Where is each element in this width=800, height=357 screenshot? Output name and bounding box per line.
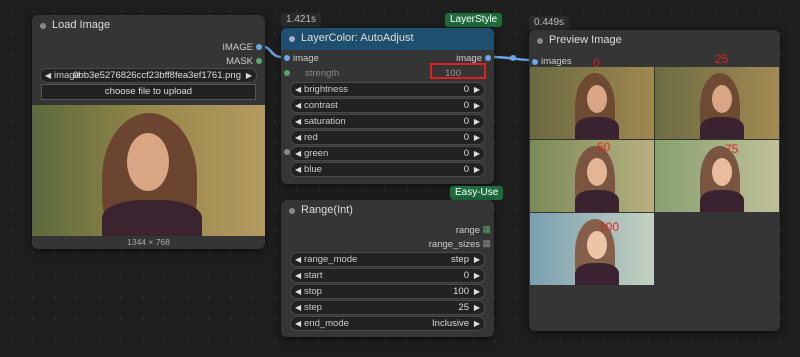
strength-input-dot[interactable] [284, 70, 290, 76]
arrow-left-icon[interactable]: ◀ [295, 253, 301, 266]
node-title: Range(Int) [301, 204, 353, 216]
step-value-label: 75 [725, 142, 739, 156]
contrast-widget[interactable]: ◀ contrast 0 ▶ [290, 98, 485, 113]
file-name: 0bb3e5276826ccf23bff8fea3ef1761.png [73, 70, 241, 81]
execution-time-badge: 1.421s [281, 13, 322, 27]
end-mode-widget[interactable]: ◀ end_mode Inclusive ▶ [290, 316, 485, 331]
image-dimensions: 1344 × 768 [127, 237, 170, 247]
arrow-left-icon[interactable]: ◀ [295, 83, 301, 96]
range-mode-widget[interactable]: ◀ range_mode step ▶ [290, 252, 485, 267]
arrow-left-icon[interactable]: ◀ [295, 147, 301, 160]
strength-highlight-box [430, 63, 486, 79]
brightness-widget[interactable]: ◀ brightness 0 ▶ [290, 82, 485, 97]
red-widget[interactable]: ◀ red 0 ▶ [290, 130, 485, 145]
layerstyle-badge: LayerStyle [445, 13, 503, 27]
arrow-left-icon[interactable]: ◀ [295, 99, 301, 112]
arrow-right-icon[interactable]: ▶ [474, 163, 480, 176]
step-widget[interactable]: ◀ step 25 ▶ [290, 300, 485, 315]
upload-button[interactable]: choose file to upload [41, 84, 256, 100]
arrow-right-icon[interactable]: ▶ [474, 317, 480, 330]
node-title: Preview Image [549, 34, 622, 46]
output-mask-dot[interactable] [256, 58, 262, 64]
arrow-right-icon[interactable]: ▶ [474, 253, 480, 266]
saturation-widget[interactable]: ◀ saturation 0 ▶ [290, 114, 485, 129]
green-widget[interactable]: ◀ green 0 ▶ [290, 146, 485, 161]
arrow-left-icon[interactable]: ◀ [295, 285, 301, 298]
output-image-dot[interactable] [485, 55, 491, 61]
output-range-sizes-label: range_sizes [428, 239, 480, 250]
arrow-right-icon[interactable]: ▶ [474, 115, 480, 128]
input-image-dot[interactable] [284, 55, 290, 61]
node-title: Load Image [52, 19, 111, 31]
blue-widget[interactable]: ◀ blue 0 ▶ [290, 162, 485, 177]
arrow-right-icon[interactable]: ▶ [474, 285, 480, 298]
preview-header[interactable]: Preview Image [529, 30, 780, 52]
arrow-right-icon[interactable]: ▶ [474, 83, 480, 96]
node-title: LayerColor: AutoAdjust [301, 32, 414, 44]
output-mask-label: MASK [226, 56, 253, 67]
arrow-right-icon[interactable]: ▶ [474, 301, 480, 314]
input-images-label: images [541, 56, 572, 67]
arrow-right-icon[interactable]: ▶ [474, 269, 480, 282]
arrow-left-icon[interactable]: ◀ [295, 115, 301, 128]
load-image-header[interactable]: Load Image [32, 15, 265, 37]
load-image-node[interactable]: Load Image IMAGE MASK ◀ image 0bb3e52768… [32, 15, 265, 249]
autoadjust-node[interactable]: LayerColor: AutoAdjust image image stren… [281, 28, 494, 184]
arrow-right-icon[interactable]: ▶ [474, 99, 480, 112]
preview-thumbnail[interactable] [530, 67, 654, 139]
image-file-combo[interactable]: ◀ image 0bb3e5276826ccf23bff8fea3ef1761.… [40, 68, 257, 83]
range-header[interactable]: Range(Int) [281, 200, 494, 222]
collapse-dot-icon[interactable] [289, 36, 295, 42]
step-value-label: 100 [599, 220, 620, 234]
step-value-label: 50 [597, 140, 611, 154]
preview-thumbnail[interactable] [655, 67, 779, 139]
arrow-left-icon[interactable]: ◀ [295, 301, 301, 314]
arrow-right-icon[interactable]: ▶ [246, 69, 252, 82]
step-value-label: 0 [593, 56, 600, 70]
output-range-label: range [455, 225, 480, 236]
arrow-left-icon[interactable]: ◀ [295, 269, 301, 282]
collapse-dot-icon[interactable] [537, 38, 543, 44]
step-value-label: 25 [715, 52, 729, 66]
arrow-left-icon[interactable]: ◀ [45, 69, 51, 82]
arrow-left-icon[interactable]: ◀ [295, 163, 301, 176]
preview-thumbnail[interactable] [530, 213, 654, 285]
collapse-dot-icon[interactable] [289, 208, 295, 214]
preview-thumbnail[interactable] [655, 140, 779, 212]
collapse-dot-icon[interactable] [40, 23, 46, 29]
easy-use-badge: Easy-Use [450, 186, 504, 200]
preview-image-node[interactable]: Preview Image images 0 25 50 75 100 [529, 30, 780, 331]
arrow-right-icon[interactable]: ▶ [474, 131, 480, 144]
arrow-left-icon[interactable]: ◀ [295, 317, 301, 330]
input-images-dot[interactable] [532, 59, 538, 65]
arrow-right-icon[interactable]: ▶ [474, 147, 480, 160]
range-int-node[interactable]: Range(Int) range ▦ range_sizes ▦ ◀ range… [281, 200, 494, 337]
output-image-dot[interactable] [256, 44, 262, 50]
preview-thumbnail[interactable] [530, 140, 654, 212]
arrow-left-icon[interactable]: ◀ [295, 131, 301, 144]
stop-widget[interactable]: ◀ stop 100 ▶ [290, 284, 485, 299]
strength-label: strength [305, 68, 340, 79]
grid-icon[interactable]: ▦ [482, 224, 491, 235]
loaded-image-preview [32, 105, 265, 236]
start-widget[interactable]: ◀ start 0 ▶ [290, 268, 485, 283]
grid-icon[interactable]: ▦ [482, 238, 491, 249]
execution-time-badge: 0.449s [529, 16, 570, 30]
output-image-label: IMAGE [222, 42, 253, 53]
autoadjust-header[interactable]: LayerColor: AutoAdjust [281, 28, 494, 50]
input-image-label: image [293, 53, 319, 64]
